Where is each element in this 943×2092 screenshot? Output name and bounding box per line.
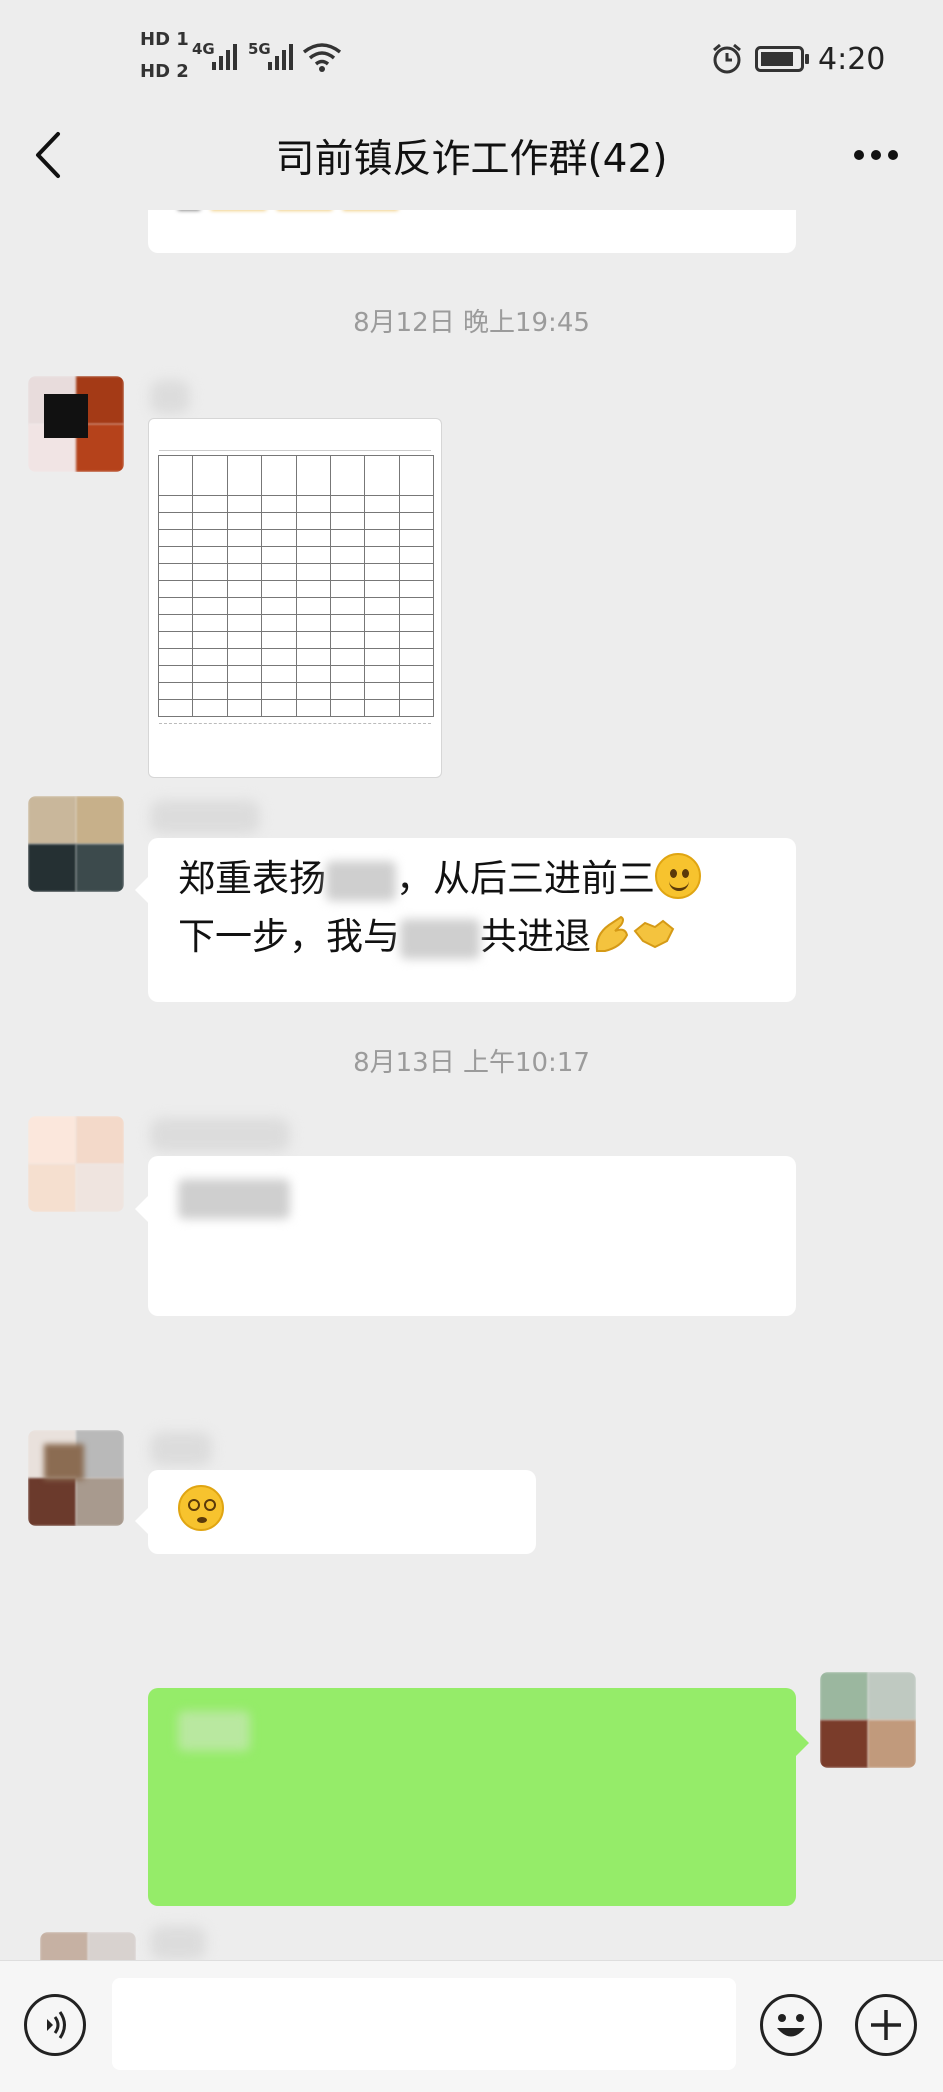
message-input[interactable] [112, 1978, 736, 2070]
message-text: 下一步，我与 [178, 915, 400, 958]
hd2-text: HD 2 [140, 61, 189, 82]
nickname-blurred [150, 1926, 206, 1960]
chat-title: 司前镇反诈工作群(42) [275, 137, 668, 182]
redacted-name [178, 1178, 290, 1219]
nickname-blurred [150, 800, 260, 834]
handshake-emoji-icon [633, 919, 675, 949]
sim1-label: HD 1 [140, 30, 189, 50]
nickname-blurred [150, 1432, 212, 1466]
message-text: 郑重表扬 [178, 857, 326, 900]
battery-icon [755, 46, 809, 72]
dizzy-emoji-icon [178, 1485, 224, 1531]
emoji-icon[interactable] [760, 1994, 822, 2056]
spreadsheet-image[interactable] [148, 418, 442, 778]
smile-emoji-icon [655, 853, 701, 899]
message-bubble[interactable] [148, 1470, 536, 1554]
signal-icon [268, 44, 293, 70]
sim2-label: HD 2 [140, 62, 189, 82]
redacted-name [400, 918, 480, 959]
message-list[interactable]: 8月12日 晚上19:45 郑重表扬 ，从后三进前三 下一步，我与 共进退 8月… [0, 210, 943, 1960]
sheet-table [157, 455, 435, 717]
message-bubble[interactable]: 郑重表扬 ，从后三进前三 下一步，我与 共进退 [148, 838, 796, 1002]
alarm-icon [713, 43, 741, 74]
redacted-name [178, 1710, 250, 1751]
wifi-icon [302, 43, 342, 72]
message-line [178, 1700, 766, 1758]
message-bubble[interactable] [148, 1156, 796, 1316]
message-text: 共进退 [480, 915, 591, 958]
bubble-tail [135, 877, 148, 903]
avatar-detail [44, 1444, 84, 1480]
bubble-tail [135, 1196, 148, 1222]
nickname-blurred [150, 1118, 290, 1152]
redacted-name [326, 860, 396, 901]
message-line: 下一步，我与 共进退 [178, 908, 766, 966]
sheet-title-line [159, 427, 431, 451]
timestamp: 8月13日 上午10:17 [353, 1048, 590, 1078]
message-line [178, 1168, 766, 1226]
message-bubble-outgoing[interactable] [148, 1688, 796, 1906]
plus-icon[interactable] [855, 1994, 917, 2056]
clock-time: 4:20 [818, 42, 886, 77]
bubble-tail [796, 1730, 809, 1756]
voice-icon[interactable] [24, 1994, 86, 2056]
message-text: ，从后三进前三 [396, 857, 655, 900]
nickname-blurred [150, 380, 190, 414]
more-dots-icon[interactable] [852, 148, 900, 162]
message-line: 郑重表扬 ，从后三进前三 [178, 850, 766, 908]
signal-icon [212, 44, 237, 70]
avatar[interactable] [820, 1672, 916, 1768]
sheet-footnote [159, 723, 431, 739]
avatar[interactable] [40, 1932, 136, 1960]
avatar[interactable] [28, 1116, 124, 1212]
status-bar: HD 1 HD 2 4G 5G 4:20 [0, 0, 943, 118]
ok-hand-emoji-icon [595, 915, 629, 952]
bubble-tail [135, 1508, 148, 1534]
message-bubble-partial[interactable] [148, 210, 796, 253]
hd1-text: HD 1 [140, 29, 189, 50]
avatar-detail [44, 394, 88, 438]
avatar[interactable] [28, 796, 124, 892]
timestamp: 8月12日 晚上19:45 [353, 308, 590, 338]
